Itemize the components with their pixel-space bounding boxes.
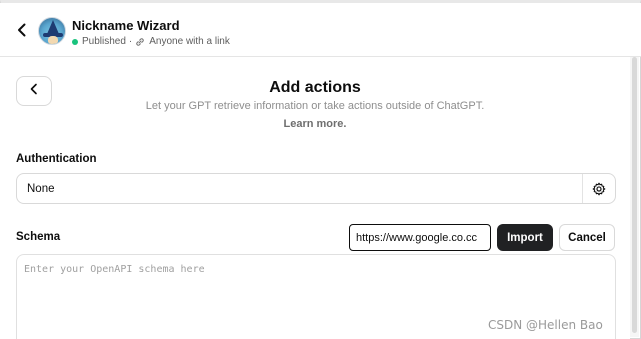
visibility-text: Anyone with a link xyxy=(149,36,230,47)
gpt-status-line: Published · Anyone with a link xyxy=(72,36,230,47)
status-separator: · xyxy=(128,36,133,47)
schema-url-input[interactable] xyxy=(349,224,491,251)
authentication-divider xyxy=(582,174,583,203)
published-status-dot xyxy=(72,38,78,45)
page-description: Let your GPT retrieve information or tak… xyxy=(145,100,485,112)
schema-placeholder: Enter your OpenAPI schema here xyxy=(24,264,205,275)
watermark: CSDN @Hellen Bao xyxy=(488,318,603,332)
gpt-avatar xyxy=(38,17,66,45)
gear-icon[interactable] xyxy=(591,181,607,197)
authentication-field[interactable]: None xyxy=(16,173,616,204)
schema-label: Schema xyxy=(16,231,61,243)
page-title: Add actions xyxy=(269,79,361,96)
link-icon xyxy=(135,37,145,47)
gpt-title: Nickname Wizard xyxy=(72,18,180,33)
chevron-left-icon xyxy=(16,23,28,42)
import-button[interactable]: Import xyxy=(497,224,553,251)
add-actions-panel: Add actions Let your GPT retrieve inform… xyxy=(0,57,630,339)
scrollbar-thumb[interactable] xyxy=(632,57,637,333)
authentication-value: None xyxy=(27,183,55,195)
learn-more-link[interactable]: Learn more. xyxy=(0,118,630,130)
scrollbar[interactable] xyxy=(630,57,639,337)
status-text: Published xyxy=(82,36,126,47)
header-back-button[interactable] xyxy=(12,22,32,42)
authentication-label: Authentication xyxy=(16,153,97,165)
top-header: Nickname Wizard Published · Anyone with … xyxy=(0,3,641,57)
cancel-button[interactable]: Cancel xyxy=(559,224,615,251)
